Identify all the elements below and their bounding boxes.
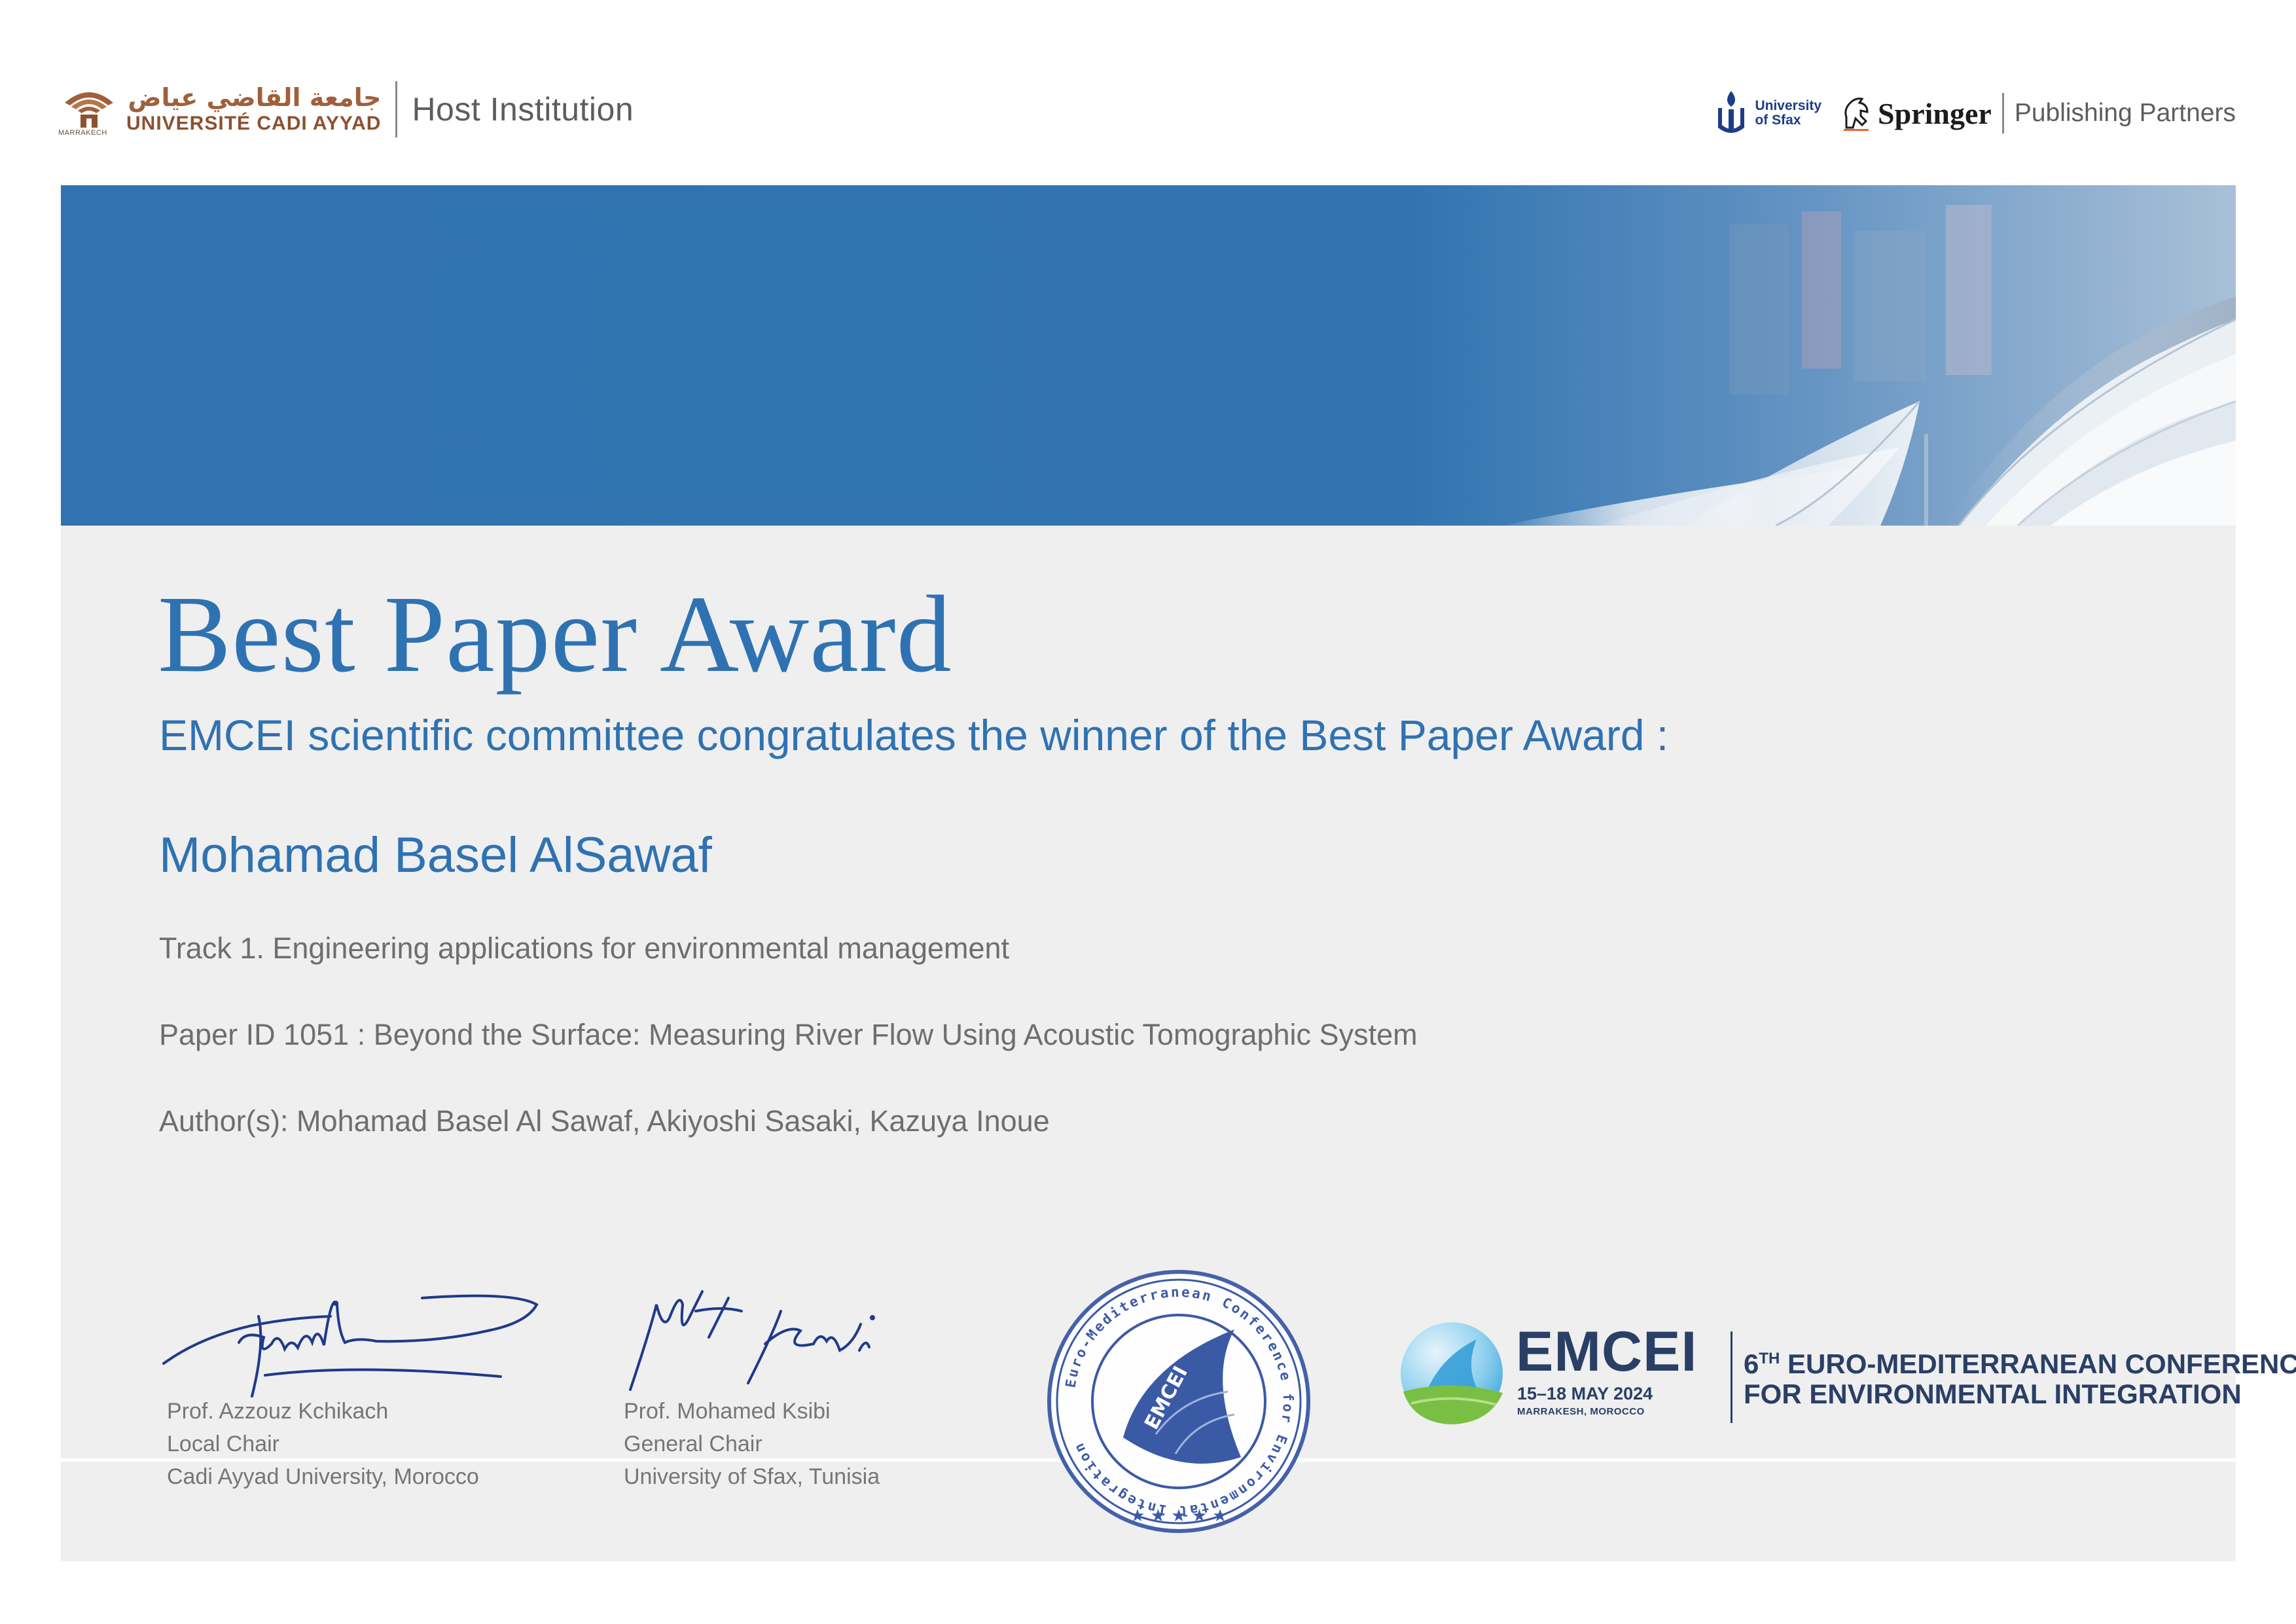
- conference-place: MARRAKESH, MOROCCO: [1517, 1406, 1645, 1417]
- publishing-partners: University of Sfax Springer Publishing P…: [1714, 77, 2236, 149]
- sfax-line-1: University: [1755, 98, 1822, 113]
- host-university-arabic: جامعة القاضي عياض: [128, 83, 382, 112]
- signatory-1-role: Local Chair: [167, 1432, 279, 1456]
- handwritten-signature-icon: [629, 1290, 875, 1391]
- conference-name-line-2: FOR ENVIRONMENTAL INTEGRATION: [1744, 1379, 2242, 1409]
- emcei-conference-logo: EMCEI 15–18 MAY 2024 MARRAKESH, MOROCCO …: [1398, 1320, 2296, 1437]
- university-of-sfax-logo: University of Sfax: [1714, 88, 1821, 138]
- open-book-illustration-icon: [1501, 205, 2236, 526]
- handwritten-signature-icon: [162, 1294, 539, 1398]
- signatory-1-name: Prof. Azzouz Kchikach: [167, 1399, 389, 1424]
- springer-logo: Springer: [1841, 95, 1992, 132]
- winner-name: Mohamad Basel AlSawaf: [159, 827, 712, 883]
- header-divider: [395, 81, 398, 137]
- signature-block-general-chair: Prof. Mohamed Ksibi General Chair Univer…: [617, 1278, 944, 1489]
- conference-seal: Euro-Mediterranean Conference for Enviro…: [1045, 1267, 1313, 1536]
- springer-wordmark: Springer: [1878, 96, 1992, 130]
- authors-line: Author(s): Mohamad Basel Al Sawaf, Akiyo…: [159, 1104, 1050, 1138]
- certificate-body: Best Paper Award EMCEI scientific commit…: [61, 526, 2296, 1561]
- publishing-partners-label: Publishing Partners: [2014, 99, 2236, 127]
- svg-text:★ ★ ★ ★ ★: ★ ★ ★ ★ ★: [1130, 1506, 1228, 1526]
- springer-horse-icon: [1844, 98, 1869, 131]
- track-line: Track 1. Engineering applications for en…: [159, 931, 1010, 965]
- conference-ordinal: 6: [1744, 1348, 1759, 1379]
- sfax-line-2: of Sfax: [1755, 113, 1801, 128]
- conference-dates: 15–18 MAY 2024: [1517, 1384, 1653, 1403]
- conference-name-line-1-text: EURO-MEDITERRANEAN CONFERENCE: [1780, 1348, 2296, 1379]
- award-subtitle: EMCEI scientific committee congratulates…: [159, 711, 1669, 759]
- sfax-emblem-icon: [1718, 91, 1745, 133]
- host-institution-label: Host Institution: [412, 91, 634, 128]
- signatory-2-affiliation: University of Sfax, Tunisia: [624, 1464, 880, 1489]
- emcei-divider: [1731, 1331, 1732, 1423]
- host-university-french: UNIVERSITÉ CADI AYYAD: [126, 113, 382, 134]
- conference-ordinal-suffix: TH: [1759, 1350, 1780, 1367]
- header-banner: [61, 185, 2236, 526]
- emcei-droplet-icon: [1401, 1322, 1503, 1424]
- signatory-1-affiliation: Cadi Ayyad University, Morocco: [167, 1464, 479, 1489]
- partners-divider: [2001, 93, 2004, 134]
- emcei-seal-stamp-icon: Euro-Mediterranean Conference for Enviro…: [1047, 1270, 1310, 1533]
- award-title: Best Paper Award: [158, 573, 952, 695]
- signature-block-local-chair: Prof. Azzouz Kchikach Local Chair Cadi A…: [160, 1265, 553, 1489]
- host-city: MARRAKECH: [58, 129, 107, 137]
- signatory-2-name: Prof. Mohamed Ksibi: [624, 1399, 831, 1424]
- signatory-2-role: General Chair: [624, 1432, 762, 1456]
- emcei-acronym: EMCEI: [1516, 1320, 1698, 1383]
- host-institution: MARRAKECH جامعة القاضي عياض UNIVERSITÉ C…: [58, 73, 634, 145]
- cadi-ayyad-logo-icon: MARRAKECH: [58, 83, 117, 137]
- paper-line: Paper ID 1051 : Beyond the Surface: Meas…: [159, 1018, 1418, 1051]
- conference-name-line-1: 6TH EURO-MEDITERRANEAN CONFERENCE: [1744, 1348, 2296, 1380]
